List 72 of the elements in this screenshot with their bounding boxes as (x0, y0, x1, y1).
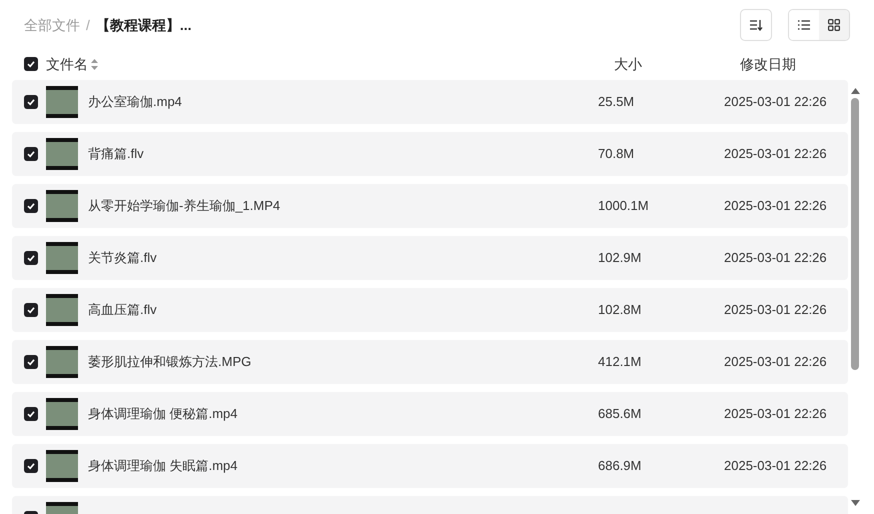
scroll-down-icon[interactable] (850, 500, 860, 506)
file-row[interactable]: 从零开始学瑜伽-养生瑜伽_1.MP4 1000.1M 2025-03-01 22:26 (12, 184, 848, 228)
checkbox[interactable] (24, 95, 38, 109)
file-size: 25.5M (598, 93, 636, 112)
file-row[interactable]: 背痛篇.flv 70.8M 2025-03-01 22:26 (12, 132, 848, 176)
checkbox[interactable] (24, 459, 38, 473)
checkbox[interactable] (24, 147, 38, 161)
video-thumbnail (46, 346, 78, 378)
video-thumbnail (46, 450, 78, 482)
file-name: 身体调理瑜伽 失眠篇.mp4 (88, 457, 239, 476)
file-row[interactable]: 身体调理瑜伽 便秘篇.mp4 685.6M 2025-03-01 22:26 (12, 392, 848, 436)
scroll-up-icon[interactable] (850, 88, 860, 94)
file-name: 办公室瑜伽.mp4 (88, 93, 183, 112)
file-name: 身体调理瑜伽 便秘篇.mp4 (88, 405, 239, 424)
video-thumbnail (46, 190, 78, 222)
check-icon (26, 149, 36, 159)
file-size: 70.8M (598, 145, 636, 164)
file-name: 高血压篇.flv (88, 301, 158, 320)
video-thumbnail (46, 294, 78, 326)
checkbox[interactable] (24, 407, 38, 421)
file-size: 1000.1M (598, 197, 650, 216)
sort-arrows-icon[interactable] (91, 58, 98, 70)
file-row[interactable]: 办公室瑜伽.mp4 25.5M 2025-03-01 22:26 (12, 80, 848, 124)
checkbox[interactable] (24, 251, 38, 265)
grid-view-button[interactable] (819, 10, 849, 40)
check-icon (26, 201, 36, 211)
video-thumbnail (46, 86, 78, 118)
check-icon (26, 97, 36, 107)
video-thumbnail (46, 242, 78, 274)
file-row[interactable]: 身体调理瑜伽 失眠篇.mp4 686.9M 2025-03-01 22:26 (12, 444, 848, 488)
breadcrumb-separator: / (86, 16, 90, 34)
checkbox[interactable] (24, 57, 38, 71)
file-row[interactable]: 萎形肌拉伸和锻炼方法.MPG 412.1M 2025-03-01 22:26 (12, 340, 848, 384)
sort-icon (749, 19, 763, 31)
modified-date: 2025-03-01 22:26 (724, 249, 827, 268)
sort-button[interactable] (740, 9, 772, 41)
file-size: 685.6M (598, 405, 642, 424)
file-size: 412.1M (598, 353, 642, 372)
file-row[interactable]: 高血压篇.flv 102.8M 2025-03-01 22:26 (12, 288, 848, 332)
column-header: 修改日期 (740, 54, 796, 74)
column-header[interactable]: 文件名 (46, 54, 88, 74)
file-row[interactable]: 关节炎篇.flv 102.9M 2025-03-01 22:26 (12, 236, 848, 280)
breadcrumb-item: 【教程课程】... (96, 16, 192, 34)
modified-date: 2025-03-01 22:26 (724, 93, 827, 112)
modified-date: 2025-03-01 22:26 (724, 145, 827, 164)
check-icon (26, 357, 36, 367)
modified-date: 2025-03-01 22:26 (724, 405, 827, 424)
check-icon (26, 461, 36, 471)
list-icon (798, 20, 810, 30)
modified-date: 2025-03-01 22:26 (724, 197, 827, 216)
check-icon (26, 253, 36, 263)
check-icon (26, 59, 36, 69)
checkbox[interactable] (24, 303, 38, 317)
modified-date: 2025-03-01 22:26 (724, 457, 827, 476)
file-name: 萎形肌拉伸和锻炼方法.MPG (88, 353, 252, 372)
check-icon (26, 305, 36, 315)
grid-icon (828, 19, 840, 31)
file-name: 关节炎篇.flv (88, 249, 158, 268)
file-name: 背痛篇.flv (88, 145, 145, 164)
file-size: 102.8M (598, 301, 642, 320)
video-thumbnail (46, 138, 78, 170)
file-size: 686.9M (598, 457, 642, 476)
checkbox[interactable] (24, 355, 38, 369)
modified-date: 2025-03-01 22:26 (724, 353, 827, 372)
file-size: 102.9M (598, 249, 642, 268)
scrollbar-thumb[interactable] (851, 98, 859, 370)
modified-date: 2025-03-01 22:26 (724, 301, 827, 320)
check-icon (26, 409, 36, 419)
video-thumbnail (46, 398, 78, 430)
column-header: 大小 (614, 54, 643, 74)
checkbox[interactable] (24, 199, 38, 213)
file-name: 从零开始学瑜伽-养生瑜伽_1.MP4 (88, 197, 282, 216)
